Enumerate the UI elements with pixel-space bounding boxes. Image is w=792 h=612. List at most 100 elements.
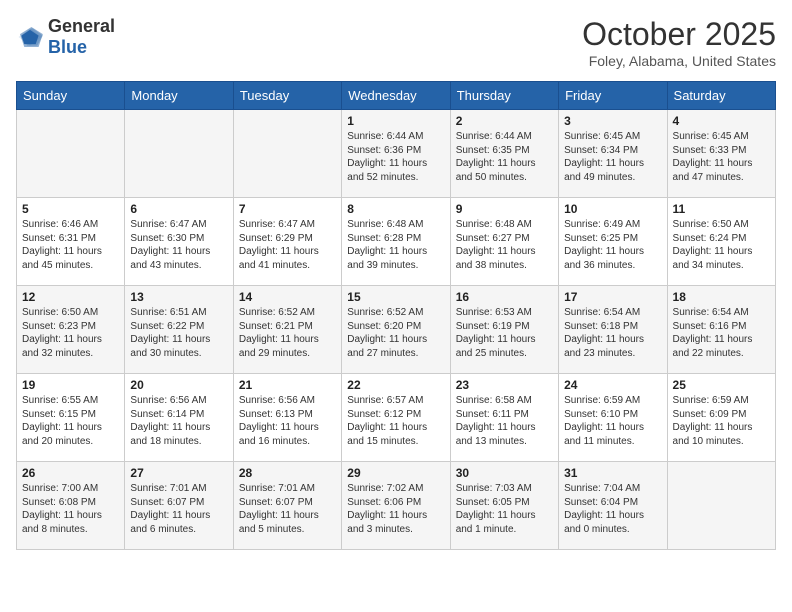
- day-info: Sunrise: 7:00 AMSunset: 6:08 PMDaylight:…: [22, 482, 119, 536]
- day-info: Sunrise: 7:01 AMSunset: 6:07 PMDaylight:…: [130, 482, 227, 536]
- day-cell: 14 Sunrise: 6:52 AMSunset: 6:21 PMDayligh…: [233, 286, 341, 374]
- day-info: Sunrise: 6:59 AMSunset: 6:09 PMDaylight:…: [673, 394, 770, 448]
- day-cell: 24 Sunrise: 6:59 AMSunset: 6:10 PMDayligh…: [559, 374, 667, 462]
- logo-text: General Blue: [48, 16, 115, 58]
- day-number: 20: [130, 378, 227, 392]
- day-number: 31: [564, 466, 661, 480]
- day-info: Sunrise: 6:45 AMSunset: 6:34 PMDaylight:…: [564, 130, 661, 184]
- day-cell: 15 Sunrise: 6:52 AMSunset: 6:20 PMDayligh…: [342, 286, 450, 374]
- day-info: Sunrise: 6:44 AMSunset: 6:36 PMDaylight:…: [347, 130, 444, 184]
- day-number: 6: [130, 202, 227, 216]
- day-info: Sunrise: 6:48 AMSunset: 6:28 PMDaylight:…: [347, 218, 444, 272]
- day-header-saturday: Saturday: [667, 82, 775, 110]
- day-number: 11: [673, 202, 770, 216]
- day-number: 5: [22, 202, 119, 216]
- week-row-4: 19 Sunrise: 6:55 AMSunset: 6:15 PMDayligh…: [17, 374, 776, 462]
- day-number: 14: [239, 290, 336, 304]
- day-info: Sunrise: 7:04 AMSunset: 6:04 PMDaylight:…: [564, 482, 661, 536]
- day-cell: [17, 110, 125, 198]
- calendar-table: SundayMondayTuesdayWednesdayThursdayFrid…: [16, 81, 776, 550]
- day-number: 28: [239, 466, 336, 480]
- week-row-2: 5Sunrise: 6:46 AMSunset: 6:31 PMDaylight…: [17, 198, 776, 286]
- day-number: 10: [564, 202, 661, 216]
- logo-blue: Blue: [48, 37, 87, 57]
- week-row-1: 1 Sunrise: 6:44 AMSunset: 6:36 PMDaylight…: [17, 110, 776, 198]
- day-number: 12: [22, 290, 119, 304]
- day-cell: 31 Sunrise: 7:04 AMSunset: 6:04 PMDayligh…: [559, 462, 667, 550]
- day-header-friday: Friday: [559, 82, 667, 110]
- day-info: Sunrise: 6:49 AMSunset: 6:25 PMDaylight:…: [564, 218, 661, 272]
- day-number: 3: [564, 114, 661, 128]
- day-info: Sunrise: 6:56 AMSunset: 6:14 PMDaylight:…: [130, 394, 227, 448]
- day-cell: 10 Sunrise: 6:49 AMSunset: 6:25 PMDayligh…: [559, 198, 667, 286]
- day-cell: 1 Sunrise: 6:44 AMSunset: 6:36 PMDaylight…: [342, 110, 450, 198]
- day-header-tuesday: Tuesday: [233, 82, 341, 110]
- day-cell: 17 Sunrise: 6:54 AMSunset: 6:18 PMDayligh…: [559, 286, 667, 374]
- day-number: 22: [347, 378, 444, 392]
- day-cell: 11 Sunrise: 6:50 AMSunset: 6:24 PMDayligh…: [667, 198, 775, 286]
- day-info: Sunrise: 6:51 AMSunset: 6:22 PMDaylight:…: [130, 306, 227, 360]
- day-info: Sunrise: 6:44 AMSunset: 6:35 PMDaylight:…: [456, 130, 553, 184]
- day-cell: 4 Sunrise: 6:45 AMSunset: 6:33 PMDaylight…: [667, 110, 775, 198]
- day-number: 7: [239, 202, 336, 216]
- day-info: Sunrise: 6:48 AMSunset: 6:27 PMDaylight:…: [456, 218, 553, 272]
- day-number: 27: [130, 466, 227, 480]
- day-cell: [233, 110, 341, 198]
- day-info: Sunrise: 6:52 AMSunset: 6:20 PMDaylight:…: [347, 306, 444, 360]
- title-block: October 2025 Foley, Alabama, United Stat…: [582, 16, 776, 69]
- day-number: 15: [347, 290, 444, 304]
- day-info: Sunrise: 6:57 AMSunset: 6:12 PMDaylight:…: [347, 394, 444, 448]
- day-info: Sunrise: 6:58 AMSunset: 6:11 PMDaylight:…: [456, 394, 553, 448]
- day-number: 24: [564, 378, 661, 392]
- day-cell: 25 Sunrise: 6:59 AMSunset: 6:09 PMDayligh…: [667, 374, 775, 462]
- day-cell: 28 Sunrise: 7:01 AMSunset: 6:07 PMDayligh…: [233, 462, 341, 550]
- day-cell: 18Sunrise: 6:54 AMSunset: 6:16 PMDayligh…: [667, 286, 775, 374]
- day-cell: 29 Sunrise: 7:02 AMSunset: 6:06 PMDayligh…: [342, 462, 450, 550]
- day-number: 26: [22, 466, 119, 480]
- day-cell: 23 Sunrise: 6:58 AMSunset: 6:11 PMDayligh…: [450, 374, 558, 462]
- day-number: 19: [22, 378, 119, 392]
- day-header-sunday: Sunday: [17, 82, 125, 110]
- day-cell: 19 Sunrise: 6:55 AMSunset: 6:15 PMDayligh…: [17, 374, 125, 462]
- day-cell: 16Sunrise: 6:53 AMSunset: 6:19 PMDayligh…: [450, 286, 558, 374]
- logo: General Blue: [16, 16, 115, 58]
- day-number: 16: [456, 290, 553, 304]
- month-title: October 2025: [582, 16, 776, 53]
- day-info: Sunrise: 6:47 AMSunset: 6:30 PMDaylight:…: [130, 218, 227, 272]
- week-row-3: 12 Sunrise: 6:50 AMSunset: 6:23 PMDayligh…: [17, 286, 776, 374]
- day-info: Sunrise: 6:55 AMSunset: 6:15 PMDaylight:…: [22, 394, 119, 448]
- day-info: Sunrise: 6:52 AMSunset: 6:21 PMDaylight:…: [239, 306, 336, 360]
- day-number: 25: [673, 378, 770, 392]
- day-info: Sunrise: 6:50 AMSunset: 6:23 PMDaylight:…: [22, 306, 119, 360]
- day-info: Sunrise: 6:56 AMSunset: 6:13 PMDaylight:…: [239, 394, 336, 448]
- day-cell: 9 Sunrise: 6:48 AMSunset: 6:27 PMDaylight…: [450, 198, 558, 286]
- day-info: Sunrise: 6:47 AMSunset: 6:29 PMDaylight:…: [239, 218, 336, 272]
- day-number: 17: [564, 290, 661, 304]
- day-info: Sunrise: 7:01 AMSunset: 6:07 PMDaylight:…: [239, 482, 336, 536]
- day-number: 29: [347, 466, 444, 480]
- day-info: Sunrise: 6:50 AMSunset: 6:24 PMDaylight:…: [673, 218, 770, 272]
- day-number: 9: [456, 202, 553, 216]
- day-info: Sunrise: 7:03 AMSunset: 6:05 PMDaylight:…: [456, 482, 553, 536]
- day-number: 23: [456, 378, 553, 392]
- day-info: Sunrise: 6:54 AMSunset: 6:18 PMDaylight:…: [564, 306, 661, 360]
- day-cell: [667, 462, 775, 550]
- day-header-wednesday: Wednesday: [342, 82, 450, 110]
- day-info: Sunrise: 6:59 AMSunset: 6:10 PMDaylight:…: [564, 394, 661, 448]
- day-cell: 30Sunrise: 7:03 AMSunset: 6:05 PMDayligh…: [450, 462, 558, 550]
- day-number: 2: [456, 114, 553, 128]
- day-cell: 5Sunrise: 6:46 AMSunset: 6:31 PMDaylight…: [17, 198, 125, 286]
- day-info: Sunrise: 6:45 AMSunset: 6:33 PMDaylight:…: [673, 130, 770, 184]
- page-header: General Blue October 2025 Foley, Alabama…: [16, 16, 776, 69]
- day-number: 4: [673, 114, 770, 128]
- day-cell: 27 Sunrise: 7:01 AMSunset: 6:07 PMDayligh…: [125, 462, 233, 550]
- day-number: 21: [239, 378, 336, 392]
- day-number: 1: [347, 114, 444, 128]
- logo-general: General: [48, 16, 115, 36]
- day-cell: 21 Sunrise: 6:56 AMSunset: 6:13 PMDayligh…: [233, 374, 341, 462]
- day-cell: 2 Sunrise: 6:44 AMSunset: 6:35 PMDaylight…: [450, 110, 558, 198]
- day-cell: 26 Sunrise: 7:00 AMSunset: 6:08 PMDayligh…: [17, 462, 125, 550]
- day-info: Sunrise: 7:02 AMSunset: 6:06 PMDaylight:…: [347, 482, 444, 536]
- day-header-monday: Monday: [125, 82, 233, 110]
- day-number: 18: [673, 290, 770, 304]
